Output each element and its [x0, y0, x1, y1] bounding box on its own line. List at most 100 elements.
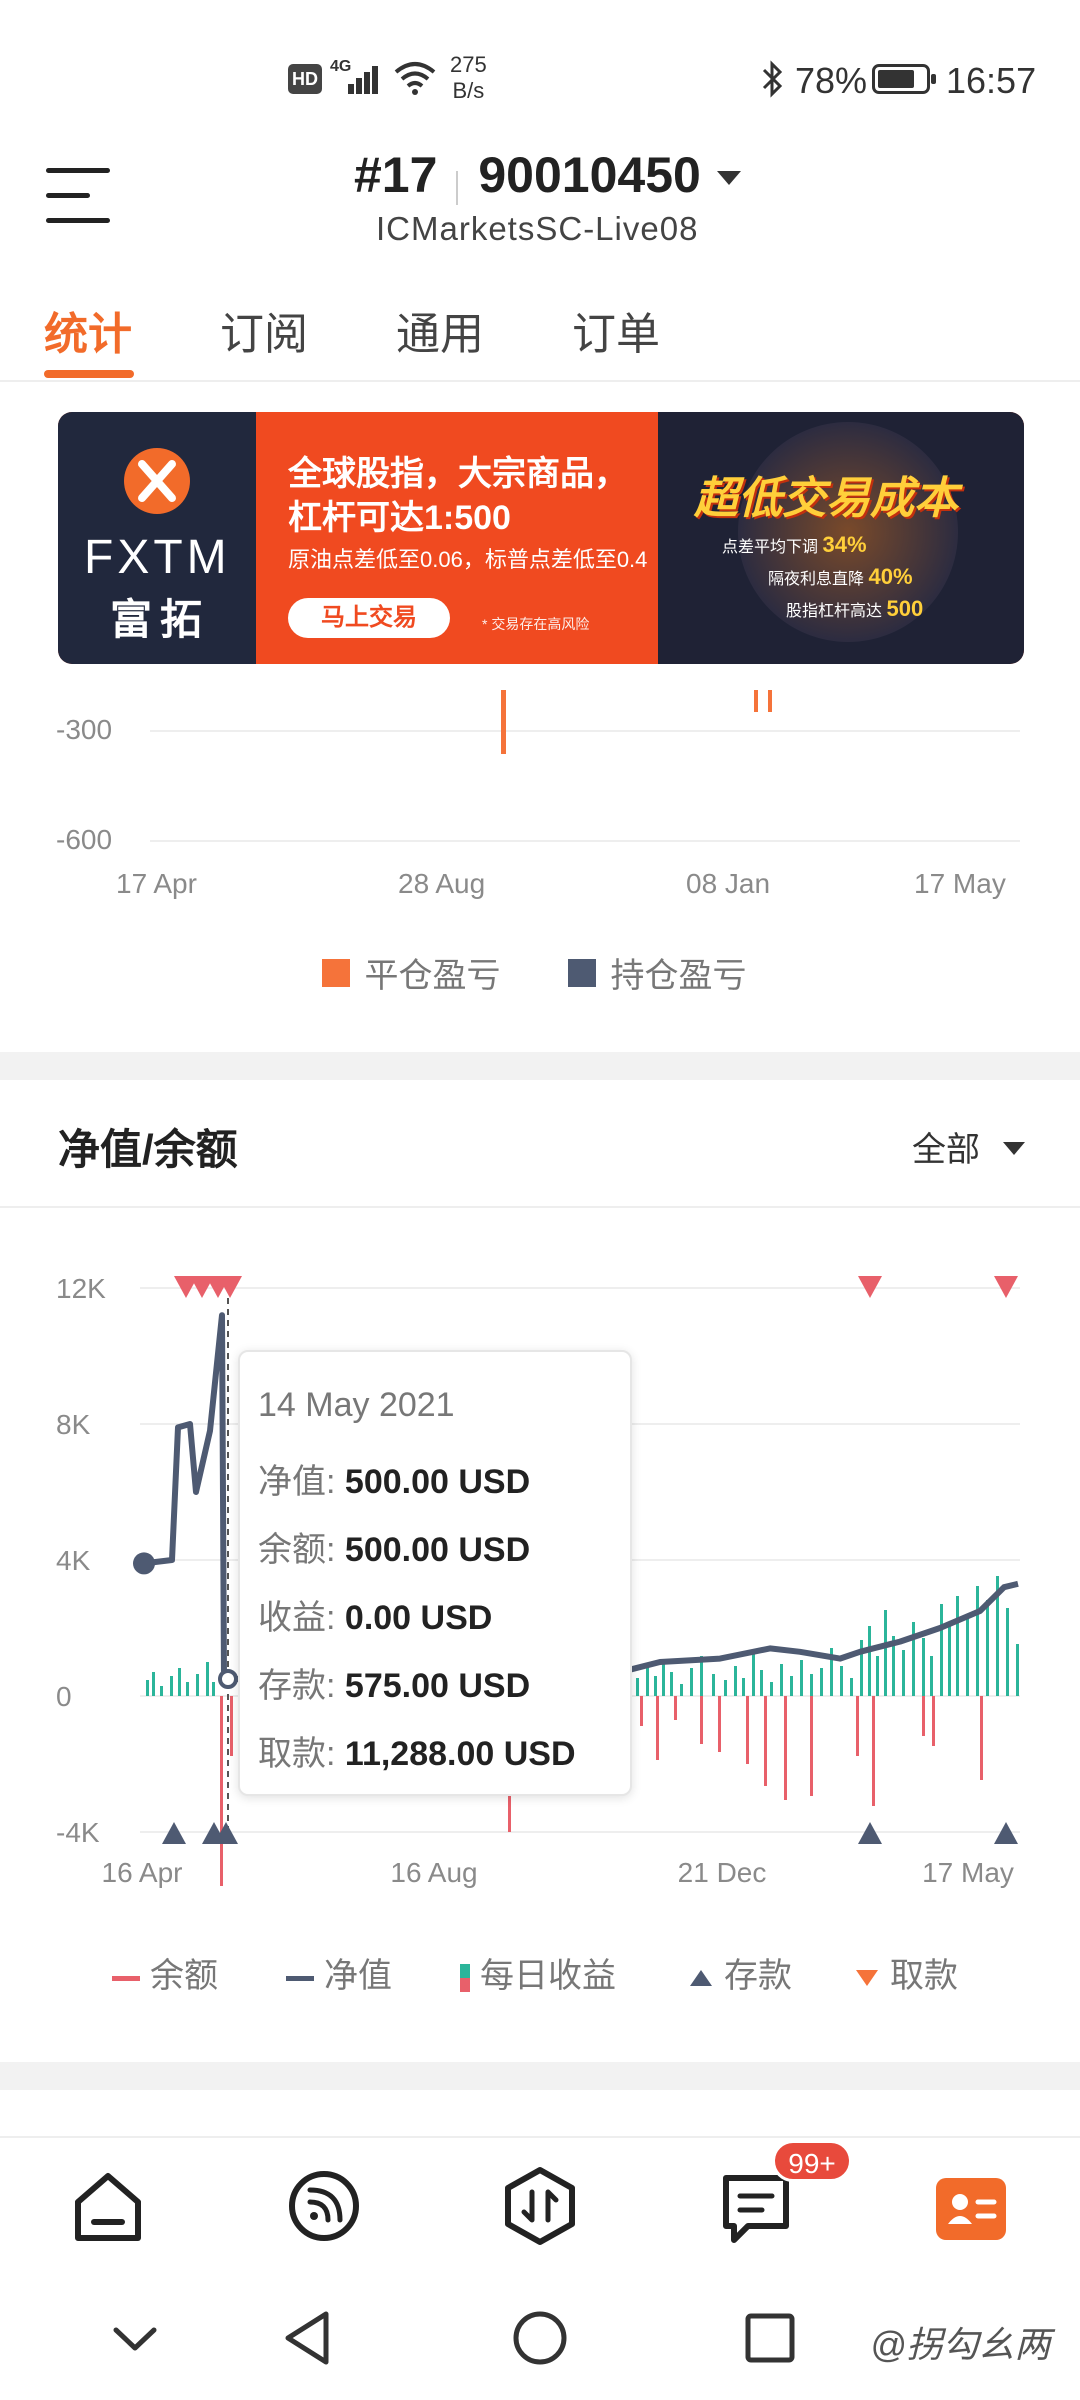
legend-withdrawal[interactable]: 取款	[856, 1948, 958, 1997]
tooltip-label: 取款:	[258, 1735, 336, 1773]
profile-icon[interactable]	[936, 2178, 1006, 2240]
tab-subscribe[interactable]: 订阅	[220, 298, 308, 362]
pnl-legend-closed[interactable]: 平仓盈亏	[322, 948, 500, 997]
daily-profit-bar	[800, 1660, 803, 1696]
menu-icon[interactable]	[46, 168, 110, 224]
tooltip-value: 0.00 USD	[344, 1599, 493, 1637]
promo-line-3: 股指杠杆高达 500	[786, 596, 923, 622]
pnl-bar	[501, 690, 506, 754]
tooltip-label: 余额:	[258, 1531, 336, 1569]
x-tick-label: 21 Dec	[678, 1857, 767, 1888]
feed-icon[interactable]	[286, 2168, 362, 2244]
chevron-down-icon[interactable]	[112, 2324, 158, 2354]
daily-loss-bar	[718, 1696, 721, 1752]
daily-loss-bar	[784, 1696, 787, 1800]
daily-profit-bar	[868, 1626, 871, 1696]
legend-deposit[interactable]: 存款	[690, 1948, 792, 1997]
legend-daily-profit[interactable]: 每日收益	[460, 1948, 616, 1997]
daily-profit-bar	[178, 1668, 181, 1696]
banner-cta-button[interactable]: 马上交易	[288, 598, 450, 638]
promo-banner[interactable]: FXTM 富拓 全球股指，大宗商品， 杠杆可达1:500 原油点差低至0.06，…	[58, 412, 1024, 664]
legend-equity[interactable]: 净值	[286, 1948, 392, 1997]
promo-title: 超低交易成本	[694, 474, 958, 523]
tooltip-label: 存款:	[258, 1667, 336, 1705]
promo2-value: 40%	[868, 564, 913, 589]
tab-bar: 统计 订阅 通用 订单	[0, 270, 1080, 382]
daily-profit-bar	[884, 1610, 887, 1696]
x-tick-label: 17 May	[922, 1857, 1014, 1888]
account-selector[interactable]: #17 90010450	[354, 146, 742, 206]
legend-line-swatch	[286, 1975, 314, 1981]
promo3-label: 股指杠杆高达	[786, 603, 883, 620]
home-icon[interactable]	[70, 2168, 146, 2244]
tooltip-value: 11,288.00 USD	[344, 1735, 576, 1773]
daily-profit-bar	[646, 1666, 649, 1696]
clock: 16:57	[946, 60, 1037, 101]
tooltip-value: 500.00 USD	[344, 1531, 531, 1569]
legend-swatch	[568, 958, 596, 987]
daily-loss-bar	[980, 1696, 983, 1780]
tab-statistics[interactable]: 统计	[44, 298, 132, 362]
x-tick-label: 16 Aug	[390, 1857, 477, 1888]
server-name: ICMarketsSC-Live08	[376, 210, 699, 247]
system-nav-bar: @拐勾幺两	[0, 2280, 1080, 2400]
range-dropdown[interactable]: 全部	[912, 1122, 1026, 1171]
fxtm-logo-icon	[124, 448, 190, 514]
messages-icon[interactable]	[718, 2170, 794, 2246]
banner-promo-panel: 超低交易成本 点差平均下调 34% 隔夜利息直降 40% 股指杠杆高达 500	[658, 412, 1024, 664]
daily-loss-bar	[856, 1696, 859, 1756]
pnl-legend-floating[interactable]: 持仓盈亏	[568, 948, 746, 997]
y-tick-label: 8K	[56, 1409, 91, 1440]
back-icon[interactable]	[282, 2310, 332, 2366]
promo1-value: 34%	[822, 532, 867, 557]
daily-loss-bar	[230, 1696, 233, 1756]
tooltip-label: 收益:	[258, 1599, 336, 1637]
trade-icon[interactable]	[502, 2166, 578, 2246]
legend-swatch	[460, 1964, 470, 1993]
legend-balance[interactable]: 余额	[112, 1948, 218, 1997]
network-label: 4G	[330, 58, 352, 75]
triangle-up-icon	[690, 1970, 712, 1987]
daily-profit-bar	[986, 1600, 989, 1696]
tab-orders[interactable]: 订单	[572, 298, 660, 362]
messages-badge: 99+	[772, 2140, 852, 2182]
section-divider	[0, 1206, 1080, 1208]
active-tab-indicator	[44, 370, 134, 378]
daily-profit-bar	[790, 1676, 793, 1696]
pnl-y-tick: -600	[56, 824, 113, 855]
banner-risk-note: * 交易存在高风险	[482, 616, 590, 632]
daily-profit-bar	[690, 1668, 693, 1696]
daily-profit-bar	[948, 1626, 951, 1696]
bottom-nav: 99+	[0, 2136, 1080, 2280]
daily-profit-bar	[186, 1682, 189, 1696]
pnl-bar	[754, 690, 758, 712]
legend-label: 存款	[724, 1957, 792, 1995]
pnl-y-tick: -300	[56, 714, 113, 745]
pnl-bar	[768, 690, 772, 712]
battery-percent: 78%	[795, 60, 868, 101]
x-tick-label: 16 Apr	[102, 1857, 183, 1888]
home-circle-icon[interactable]	[512, 2310, 568, 2366]
daily-profit-bar	[146, 1680, 149, 1696]
pnl-x-tick: 17 Apr	[116, 868, 197, 899]
brand-name-cn: 富拓	[110, 596, 211, 643]
daily-profit-bar	[876, 1656, 879, 1696]
banner-headline-1: 全球股指，大宗商品，	[288, 455, 628, 493]
tooltip-row-withdrawal: 取款: 11,288.00 USD	[258, 1726, 576, 1775]
daily-loss-bar	[932, 1696, 935, 1746]
bluetooth-icon	[762, 60, 783, 98]
recents-icon[interactable]	[744, 2312, 796, 2364]
daily-profit-bar	[662, 1660, 665, 1696]
daily-profit-bar	[820, 1668, 823, 1696]
promo1-label: 点差平均下调	[722, 539, 819, 556]
pnl-x-tick: 08 Jan	[686, 868, 771, 899]
daily-profit-bar	[680, 1684, 683, 1696]
promo3-value: 500	[886, 596, 924, 621]
banner-brand-panel: FXTM 富拓	[58, 412, 256, 664]
brand-name: FXTM	[84, 531, 231, 584]
account-prefix: #17	[354, 147, 438, 203]
daily-profit-bar	[780, 1664, 783, 1696]
tab-general[interactable]: 通用	[396, 298, 484, 362]
y-tick-label: 0	[56, 1681, 72, 1712]
pnl-x-tick: 17 May	[914, 868, 1006, 899]
